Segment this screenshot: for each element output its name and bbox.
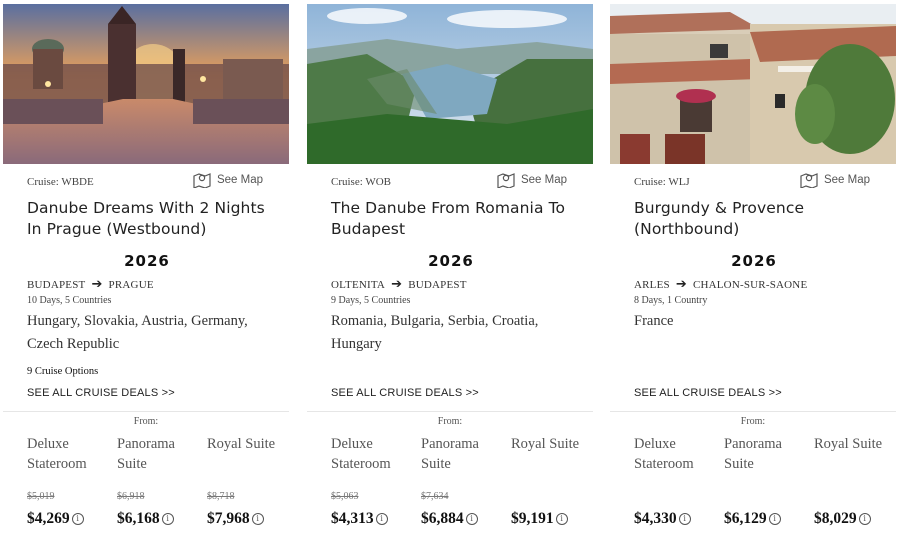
info-icon[interactable]: i bbox=[465, 513, 478, 525]
see-map-link[interactable]: See Map bbox=[497, 172, 567, 188]
cruise-year: 2026 bbox=[731, 252, 777, 270]
original-price: $5,019 bbox=[27, 491, 55, 502]
price-value: $6,884 bbox=[421, 510, 464, 527]
from-label: From: bbox=[133, 416, 159, 427]
divider bbox=[610, 411, 896, 412]
original-price: $5,063 bbox=[331, 491, 359, 502]
route-to: CHALON-SUR-SAONE bbox=[692, 278, 808, 291]
cruise-photo-prague[interactable] bbox=[3, 4, 289, 164]
see-all-deals-link[interactable]: SEE ALL CRUISE DEALS >> bbox=[634, 387, 782, 399]
cruise-code: Cruise: WBDE bbox=[27, 176, 94, 188]
sale-price: $9,191 i bbox=[511, 510, 568, 528]
info-icon[interactable]: i bbox=[858, 513, 871, 525]
info-icon[interactable]: i bbox=[768, 513, 781, 525]
cruise-title[interactable]: Burgundy & Provence (Northbound) bbox=[634, 198, 884, 240]
info-icon[interactable]: i bbox=[375, 513, 388, 525]
route-from: BUDAPEST bbox=[27, 278, 86, 291]
see-map-label: See Map bbox=[823, 174, 870, 186]
sale-price: $4,313 i bbox=[331, 510, 388, 528]
cruise-title[interactable]: Danube Dreams With 2 Nights In Prague (W… bbox=[27, 198, 277, 240]
cruise-year: 2026 bbox=[124, 252, 170, 270]
cruise-card: Cruise: WLJ See Map Burgundy & Provence … bbox=[610, 0, 898, 536]
map-pin-icon bbox=[193, 173, 211, 188]
cruise-year: 2026 bbox=[428, 252, 474, 270]
category-royal: Royal Suite bbox=[207, 436, 276, 452]
see-map-link[interactable]: See Map bbox=[800, 172, 870, 188]
price-value: $6,168 bbox=[117, 510, 160, 527]
price-value: $4,313 bbox=[331, 510, 374, 527]
info-icon[interactable]: i bbox=[555, 513, 568, 525]
from-label: From: bbox=[740, 416, 766, 427]
arrow-right-icon: ➔ bbox=[391, 277, 403, 292]
info-icon[interactable]: i bbox=[161, 513, 174, 525]
original-price: $8,718 bbox=[207, 491, 235, 502]
cruise-countries: Romania, Bulgaria, Serbia, Croatia, Hung… bbox=[331, 313, 539, 352]
route-to: BUDAPEST bbox=[408, 278, 467, 291]
category-panorama: Panorama Suite bbox=[724, 436, 782, 472]
sale-price: $4,269 i bbox=[27, 510, 84, 528]
price-value: $8,029 bbox=[814, 510, 857, 527]
map-pin-icon bbox=[497, 173, 515, 188]
cruise-photo-danube-gorge[interactable] bbox=[307, 4, 593, 164]
cruise-countries: France bbox=[634, 313, 674, 329]
see-all-deals-link[interactable]: SEE ALL CRUISE DEALS >> bbox=[27, 387, 175, 399]
sale-price: $6,168 i bbox=[117, 510, 174, 528]
cruise-route: ARLES ➔ CHALON-SUR-SAONE bbox=[634, 277, 807, 292]
arrow-right-icon: ➔ bbox=[91, 277, 103, 292]
price-value: $4,269 bbox=[27, 510, 70, 527]
cruise-card: Cruise: WOB See Map The Danube From Roma… bbox=[307, 0, 595, 536]
category-royal: Royal Suite bbox=[814, 436, 883, 452]
cruise-duration: 8 Days, 1 Country bbox=[634, 295, 708, 306]
original-price: $6,918 bbox=[117, 491, 145, 502]
cruise-route: BUDAPEST ➔ PRAGUE bbox=[27, 277, 154, 292]
price-value: $7,968 bbox=[207, 510, 250, 527]
route-from: ARLES bbox=[634, 278, 670, 291]
cruise-options[interactable]: 9 Cruise Options bbox=[27, 366, 98, 377]
cruise-card: Cruise: WBDE See Map Danube Dreams With … bbox=[3, 0, 291, 536]
cruise-title[interactable]: The Danube From Romania To Budapest bbox=[331, 198, 581, 240]
category-panorama: Panorama Suite bbox=[117, 436, 175, 472]
from-label: From: bbox=[437, 416, 463, 427]
original-price: $7,634 bbox=[421, 491, 449, 502]
price-value: $4,330 bbox=[634, 510, 677, 527]
cruise-duration: 10 Days, 5 Countries bbox=[27, 295, 112, 306]
category-royal: Royal Suite bbox=[511, 436, 580, 452]
see-map-label: See Map bbox=[520, 174, 567, 186]
sale-price: $4,330 i bbox=[634, 510, 691, 528]
category-deluxe: Deluxe Stateroom bbox=[27, 436, 87, 472]
cruise-duration: 9 Days, 5 Countries bbox=[331, 295, 411, 306]
cruise-code: Cruise: WOB bbox=[331, 176, 391, 188]
see-map-link[interactable]: See Map bbox=[193, 172, 263, 188]
map-pin-icon bbox=[800, 173, 818, 188]
category-deluxe: Deluxe Stateroom bbox=[634, 436, 694, 472]
arrow-right-icon: ➔ bbox=[675, 277, 687, 292]
category-panorama: Panorama Suite bbox=[421, 436, 479, 472]
cruise-photo-provence-village[interactable] bbox=[610, 4, 896, 164]
info-icon[interactable]: i bbox=[678, 513, 691, 525]
price-value: $6,129 bbox=[724, 510, 767, 527]
info-icon[interactable]: i bbox=[251, 513, 264, 525]
divider bbox=[3, 411, 289, 412]
cruise-route: OLTENITA ➔ BUDAPEST bbox=[331, 277, 467, 292]
category-deluxe: Deluxe Stateroom bbox=[331, 436, 391, 472]
route-from: OLTENITA bbox=[331, 278, 386, 291]
route-to: PRAGUE bbox=[108, 278, 154, 291]
sale-price: $6,129 i bbox=[724, 510, 781, 528]
sale-price: $7,968 i bbox=[207, 510, 264, 528]
price-value: $9,191 bbox=[511, 510, 554, 527]
see-all-deals-link[interactable]: SEE ALL CRUISE DEALS >> bbox=[331, 387, 479, 399]
sale-price: $8,029 i bbox=[814, 510, 871, 528]
cruise-code: Cruise: WLJ bbox=[634, 176, 690, 188]
cruise-countries: Hungary, Slovakia, Austria, Germany, Cze… bbox=[27, 313, 248, 352]
info-icon[interactable]: i bbox=[71, 513, 84, 525]
sale-price: $6,884 i bbox=[421, 510, 478, 528]
see-map-label: See Map bbox=[216, 174, 263, 186]
divider bbox=[307, 411, 593, 412]
